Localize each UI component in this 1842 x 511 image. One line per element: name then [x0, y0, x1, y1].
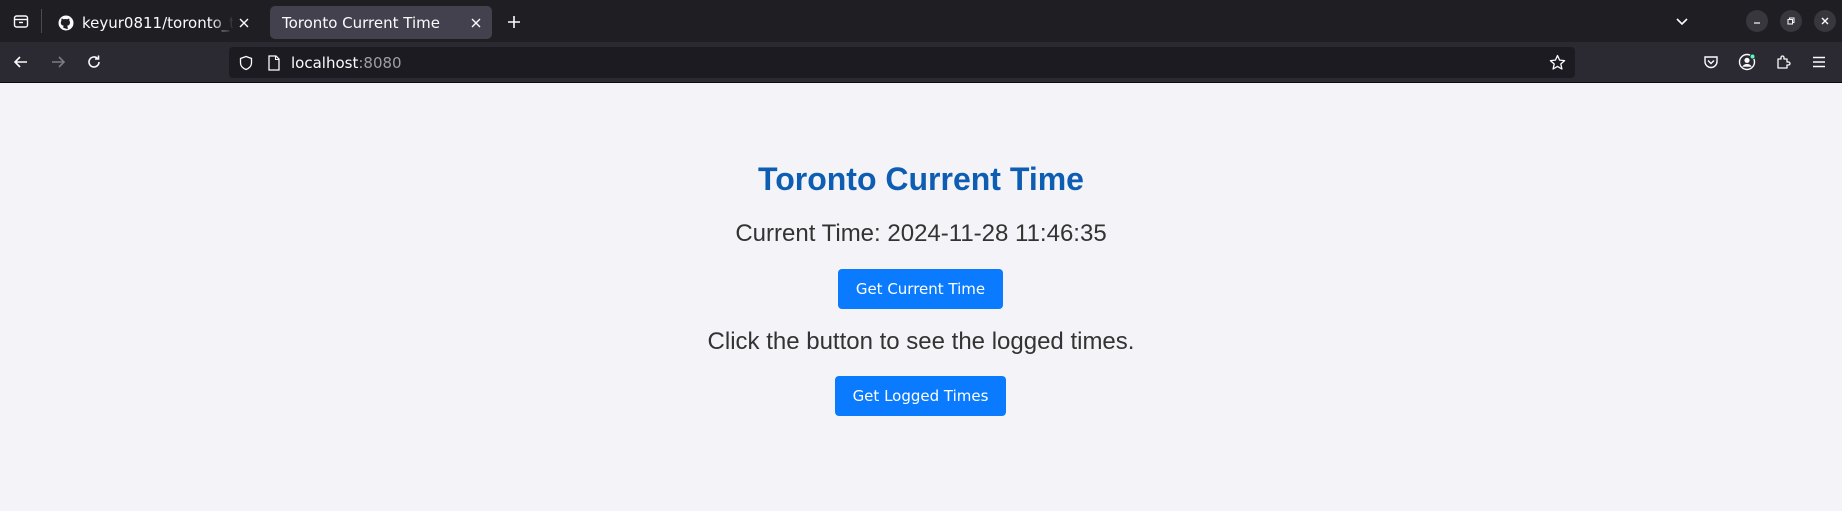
page-title: Toronto Current Time [758, 161, 1084, 197]
pocket-icon [1704, 56, 1718, 69]
tab-label: Toronto Current Time [282, 13, 440, 32]
chevron-down-icon [1676, 18, 1688, 26]
close-window-button[interactable] [1814, 10, 1836, 32]
back-button[interactable] [6, 47, 36, 77]
tab-github[interactable]: keyur0811/toronto_time [50, 6, 260, 39]
github-icon [58, 15, 74, 31]
current-time-text: Current Time: 2024-11-28 11:46:35 [735, 220, 1107, 247]
close-icon [1821, 17, 1829, 25]
extensions-button[interactable] [1768, 47, 1798, 77]
arrow-right-icon [52, 56, 66, 68]
minimize-icon [1754, 22, 1760, 24]
close-tab-icon[interactable] [466, 13, 486, 33]
restore-button[interactable] [1780, 10, 1802, 32]
plus-icon [508, 16, 520, 28]
tab-separator [41, 9, 42, 33]
navigation-toolbar: localhost:8080 [0, 42, 1842, 83]
minimize-button[interactable] [1746, 10, 1768, 32]
tab-toronto-current-time[interactable]: Toronto Current Time [270, 6, 492, 39]
pocket-button[interactable] [1696, 47, 1726, 77]
url-port: :8080 [358, 54, 402, 72]
url-host: localhost [291, 54, 359, 72]
page-content: Toronto Current Time Current Time: 2024-… [0, 84, 1842, 511]
firefox-view-button[interactable] [6, 6, 36, 36]
account-button[interactable] [1732, 47, 1762, 77]
bookmark-star-icon[interactable] [1549, 54, 1566, 71]
tab-bar: keyur0811/toronto_time Toronto Current T… [0, 0, 1842, 42]
app-menu-button[interactable] [1804, 47, 1834, 77]
tab-label: keyur0811/toronto_time [82, 13, 234, 32]
close-tab-icon[interactable] [234, 13, 254, 33]
puzzle-icon [1777, 55, 1791, 69]
forward-button[interactable] [43, 47, 73, 77]
get-logged-times-button[interactable]: Get Logged Times [835, 376, 1006, 416]
shield-icon[interactable] [237, 54, 254, 71]
url-text[interactable]: localhost:8080 [291, 54, 402, 72]
restore-icon [1787, 17, 1795, 25]
arrow-left-icon [13, 56, 27, 68]
firefox-view-icon [13, 15, 29, 28]
page-info-icon[interactable] [265, 54, 282, 71]
account-icon [1738, 53, 1756, 71]
reload-button[interactable] [79, 47, 109, 77]
address-bar[interactable]: localhost:8080 [229, 47, 1575, 78]
get-current-time-button[interactable]: Get Current Time [838, 269, 1003, 309]
list-all-tabs-button[interactable] [1668, 7, 1696, 35]
logged-times-hint: Click the button to see the logged times… [707, 328, 1135, 355]
new-tab-button[interactable] [500, 8, 528, 36]
hamburger-menu-icon [1813, 56, 1825, 68]
reload-icon [88, 55, 100, 68]
